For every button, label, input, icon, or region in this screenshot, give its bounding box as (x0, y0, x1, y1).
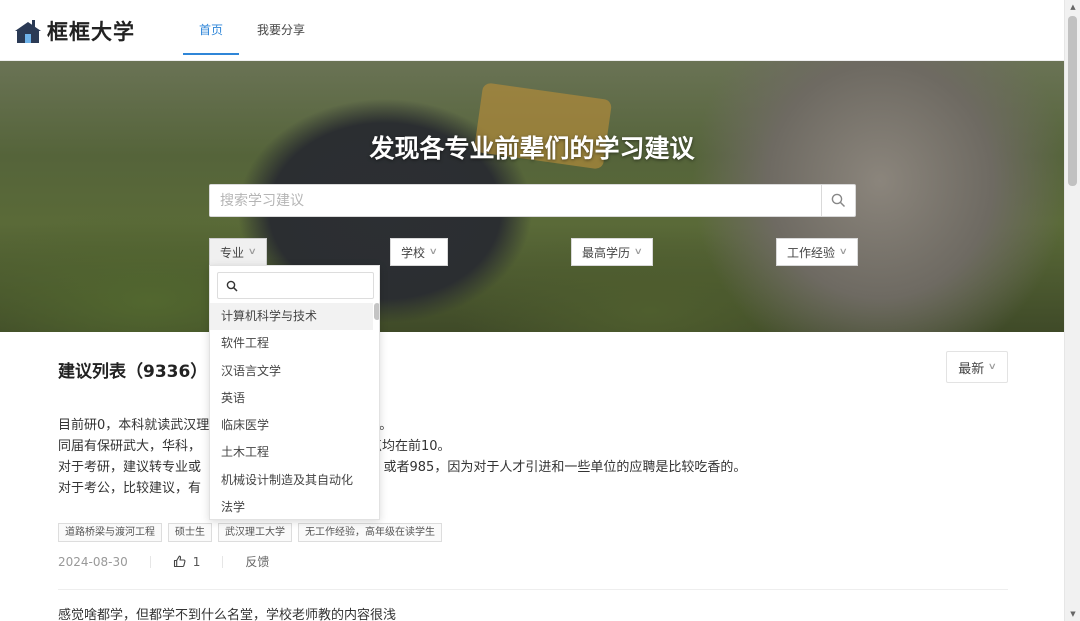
logo[interactable]: 框框大学 (15, 16, 135, 46)
filter-degree[interactable]: 最高学历 ∨ (571, 238, 653, 266)
page-scrollbar-thumb[interactable] (1068, 16, 1077, 186)
chevron-down-icon: ∨ (838, 247, 848, 257)
dropdown-scrollbar[interactable] (373, 303, 379, 519)
tag[interactable]: 道路桥梁与渡河工程 (58, 523, 162, 542)
tag[interactable]: 硕士生 (168, 523, 212, 542)
post-line: 对于考研，建议转专业或 ），或者985，因为对于人才引进和一些单位的应聘是比较吃香… (58, 460, 747, 475)
post-tags: 道路桥梁与渡河工程 硕士生 武汉理工大学 无工作经验，高年级在读学生 (58, 523, 448, 542)
post-line: 目前研0，本科就读武汉理。 (58, 418, 393, 433)
hero-title: 发现各专业前辈们的学习建议 (369, 134, 695, 163)
dropdown-options: 计算机科学与技术 软件工程 汉语言文学 英语 临床医学 土木工程 机械设计制造及… (210, 303, 373, 519)
post-line: 同届有保研武大，华科， 点均在前10。 (58, 439, 451, 454)
dropdown-option[interactable]: 土木工程 (210, 439, 373, 466)
filter-major[interactable]: 专业 ∨ (209, 238, 267, 266)
post-body[interactable]: 感觉啥都学，但都学不到什么名堂，学校老师教的内容很浅 (58, 604, 396, 621)
sort-label: 最新 (958, 361, 985, 377)
chevron-down-icon: ∨ (633, 247, 643, 257)
scroll-up-arrow-icon[interactable]: ▲ (1065, 0, 1080, 14)
dropdown-option[interactable]: 机械设计制造及其自动化 (210, 467, 373, 494)
dropdown-scrollbar-thumb[interactable] (374, 303, 379, 320)
dropdown-option[interactable]: 汉语言文学 (210, 358, 373, 385)
advice-list-section: 建议列表（9336） 最新 ∨ 目前研0，本科就读武汉理。 同届有保研武大，华科… (0, 332, 1064, 621)
search-button[interactable] (821, 185, 855, 216)
filter-major-label: 专业 (220, 245, 245, 260)
filter-experience-label: 工作经验 (787, 245, 836, 260)
thumbs-up-icon (173, 555, 186, 568)
filter-school-label: 学校 (401, 245, 426, 260)
nav-share[interactable]: 我要分享 (241, 0, 321, 61)
post-body[interactable]: 目前研0，本科就读武汉理。 同届有保研武大，华科， 点均在前10。 对于考研，建议… (58, 415, 918, 499)
search-input[interactable] (210, 185, 821, 216)
logo-text: 框框大学 (47, 20, 135, 44)
post-date: 2024-08-30 (58, 554, 128, 569)
feedback-link[interactable]: 反馈 (245, 553, 269, 570)
chevron-down-icon: ∨ (428, 247, 438, 257)
hero-banner: 发现各专业前辈们的学习建议 专业 ∨ 学校 ∨ 最高学历 ∨ 工作经验 ∨ (0, 61, 1064, 332)
dropdown-option[interactable]: 计算机科学与技术 (210, 303, 373, 331)
major-dropdown: 计算机科学与技术 软件工程 汉语言文学 英语 临床医学 土木工程 机械设计制造及… (209, 265, 380, 520)
dropdown-option[interactable]: 英语 (210, 385, 373, 412)
post-divider (58, 589, 1008, 590)
chevron-down-icon: ∨ (247, 247, 257, 257)
like-button[interactable]: 1 (173, 554, 201, 569)
search-box (209, 184, 856, 217)
nav-home[interactable]: 首页 (183, 0, 240, 61)
top-header: 框框大学 首页 我要分享 (0, 0, 1064, 61)
dropdown-search-field[interactable] (217, 272, 374, 299)
sort-select[interactable]: 最新 ∨ (946, 351, 1008, 383)
tag[interactable]: 无工作经验，高年级在读学生 (298, 523, 442, 542)
dropdown-option[interactable]: 法学 (210, 494, 373, 519)
filter-experience[interactable]: 工作经验 ∨ (776, 238, 858, 266)
list-title: 建议列表（9336） (58, 362, 208, 382)
filter-degree-label: 最高学历 (582, 245, 631, 260)
meta-divider (222, 555, 224, 568)
filter-school[interactable]: 学校 ∨ (390, 238, 448, 266)
search-icon (226, 280, 238, 292)
meta-divider (149, 555, 151, 568)
search-icon (831, 193, 846, 208)
dropdown-option[interactable]: 临床医学 (210, 412, 373, 439)
scroll-down-arrow-icon[interactable]: ▼ (1065, 607, 1080, 621)
main-nav: 首页 我要分享 (183, 0, 323, 61)
page: 框框大学 首页 我要分享 发现各专业前辈们的学习建议 专业 ∨ 学校 ∨ (0, 0, 1080, 621)
logo-icon (15, 20, 41, 43)
tag[interactable]: 武汉理工大学 (218, 523, 292, 542)
post-line: 对于考公，比较建议，有 (58, 481, 202, 496)
chevron-down-icon: ∨ (987, 362, 998, 372)
like-count: 1 (192, 554, 201, 569)
page-scrollbar[interactable]: ▲ ▼ (1064, 0, 1080, 621)
post-meta: 2024-08-30 1 反馈 (58, 553, 269, 570)
dropdown-option[interactable]: 软件工程 (210, 330, 373, 357)
